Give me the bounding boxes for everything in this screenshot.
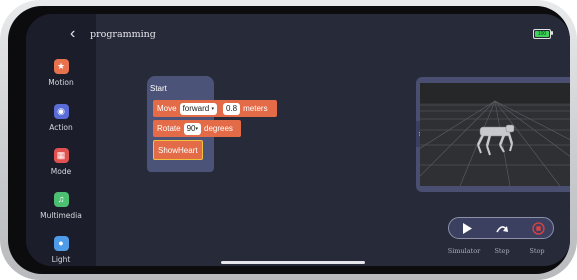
step-label: Step <box>494 247 510 255</box>
battery-level: 100 <box>535 31 549 37</box>
dropdown-arrow-icon: ▾ <box>195 125 198 132</box>
show-heart-block[interactable]: ShowHeart <box>153 140 203 160</box>
sidebar-item-multimedia[interactable]: ♫ Multimedia <box>26 192 96 220</box>
action-icon: ◉ <box>53 104 69 119</box>
show-heart-label: ShowHeart <box>158 145 198 155</box>
sidebar: ‹ ★ Motion ◉ Action ▦ Mode ♫ Multimedia … <box>26 14 96 266</box>
page-title: programming <box>90 29 156 40</box>
run-controls <box>448 217 554 239</box>
battery-tip <box>551 31 553 35</box>
distance-input[interactable]: 0.8 <box>223 102 241 115</box>
direction-dropdown[interactable]: forward ▾ <box>179 102 217 115</box>
sidebar-item-label: Mode <box>50 167 72 176</box>
dropdown-arrow-icon: ▾ <box>211 105 214 112</box>
sidebar-item-motion[interactable]: ★ Motion <box>26 59 96 87</box>
direction-value: forward <box>182 103 210 113</box>
simulator-scene <box>420 83 570 186</box>
stop-label: Stop <box>529 247 545 255</box>
step-button[interactable] <box>492 218 512 238</box>
rotate-block[interactable]: Rotate 90▾ degrees <box>153 120 241 137</box>
simulator-label: Simulator <box>447 247 481 255</box>
battery-icon: 100 <box>533 29 551 39</box>
simulator-panel: › <box>416 77 570 192</box>
stop-button[interactable] <box>528 218 548 238</box>
start-block-label: Start <box>150 84 167 93</box>
angle-input[interactable]: 90▾ <box>183 122 201 135</box>
sidebar-item-label: Light <box>51 255 71 264</box>
sidebar-item-label: Action <box>49 123 73 132</box>
sidebar-item-light[interactable]: ● Light <box>26 236 96 264</box>
sidebar-item-mode[interactable]: ▦ Mode <box>26 148 96 176</box>
robot-dog-model <box>476 124 515 156</box>
light-icon: ● <box>53 236 69 251</box>
step-icon <box>496 226 508 233</box>
sidebar-item-label: Motion <box>48 78 74 87</box>
stop-icon <box>531 221 545 235</box>
mode-icon: ▦ <box>53 148 69 163</box>
home-indicator[interactable] <box>221 261 365 264</box>
chevron-left-icon[interactable]: ‹ <box>70 26 75 42</box>
move-label: Move <box>157 104 177 113</box>
angle-unit-label: degrees <box>204 124 233 133</box>
music-note-icon: ♫ <box>53 192 69 207</box>
motion-icon: ★ <box>53 59 69 74</box>
sidebar-item-action[interactable]: ◉ Action <box>26 104 96 132</box>
simulator-viewport[interactable] <box>420 83 570 186</box>
move-block[interactable]: Move forward ▾ 0.8 meters <box>153 100 277 117</box>
play-button[interactable] <box>457 218 477 238</box>
distance-unit-label: meters <box>243 104 268 113</box>
app-screen: ‹ ★ Motion ◉ Action ▦ Mode ♫ Multimedia … <box>26 14 570 266</box>
play-icon <box>463 222 472 234</box>
sidebar-item-label: Multimedia <box>40 211 82 220</box>
rotate-label: Rotate <box>157 124 181 133</box>
